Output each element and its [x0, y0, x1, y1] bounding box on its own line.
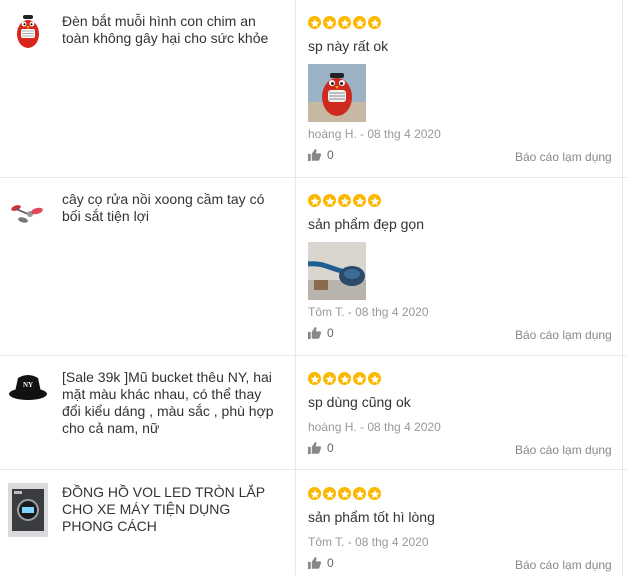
product-thumbnail[interactable]: [8, 12, 48, 52]
review-photo[interactable]: [308, 64, 366, 122]
row-divider: [0, 469, 627, 470]
review-author-date: hoàng H. - 08 thg 4 2020: [308, 127, 441, 141]
star-icon: [353, 16, 366, 29]
review-comment: sản phẩm đẹp gọn: [308, 216, 424, 232]
product-thumbnail[interactable]: NY: [8, 368, 48, 408]
thumbs-up-icon: [308, 149, 321, 161]
like-button[interactable]: 0: [308, 148, 334, 162]
row-divider: [0, 177, 627, 178]
column-divider: [295, 0, 296, 575]
star-icon: [368, 194, 381, 207]
star-icon: [308, 487, 321, 500]
rating-stars: [308, 194, 381, 208]
thumbs-up-icon: [308, 442, 321, 454]
rating-stars: [308, 16, 381, 30]
review-comment: sản phẩm tốt hì lòng: [308, 509, 435, 525]
star-icon: [323, 372, 336, 385]
report-abuse-link[interactable]: Báo cáo lạm dụng: [515, 150, 612, 164]
star-icon: [368, 487, 381, 500]
star-icon: [353, 487, 366, 500]
like-count: 0: [327, 441, 334, 455]
product-thumbnail[interactable]: [8, 193, 48, 233]
star-icon: [338, 487, 351, 500]
report-abuse-link[interactable]: Báo cáo lạm dụng: [515, 443, 612, 457]
report-abuse-link[interactable]: Báo cáo lạm dụng: [515, 328, 612, 342]
product-thumbnail[interactable]: [8, 483, 48, 537]
row-divider: [0, 355, 627, 356]
svg-text:NY: NY: [23, 381, 33, 389]
review-comment: sp này rất ok: [308, 38, 389, 54]
star-icon: [323, 194, 336, 207]
review-photo[interactable]: [308, 242, 366, 300]
thumbs-up-icon: [308, 327, 321, 339]
thumbs-up-icon: [308, 557, 321, 569]
review-author-date: Tôm T. - 08 thg 4 2020: [308, 535, 429, 549]
product-name[interactable]: ĐỒNG HỒ VOL LED TRÒN LẮP CHO XE MÁY TIỆN…: [62, 484, 282, 535]
star-icon: [368, 372, 381, 385]
report-abuse-link[interactable]: Báo cáo lạm dụng: [515, 558, 612, 572]
like-count: 0: [327, 556, 334, 570]
like-button[interactable]: 0: [308, 441, 334, 455]
review-author-date: Tôm T. - 08 thg 4 2020: [308, 305, 429, 319]
star-icon: [353, 372, 366, 385]
like-count: 0: [327, 148, 334, 162]
star-icon: [308, 194, 321, 207]
product-name[interactable]: Đèn bắt muỗi hình con chim an toàn không…: [62, 13, 282, 47]
star-icon: [323, 16, 336, 29]
rating-stars: [308, 487, 381, 501]
review-comment: sp dùng cũng ok: [308, 394, 411, 410]
star-icon: [368, 16, 381, 29]
star-icon: [323, 487, 336, 500]
star-icon: [338, 194, 351, 207]
product-name[interactable]: cây cọ rửa nồi xoong cầm tay có bối sắt …: [62, 191, 282, 225]
like-count: 0: [327, 326, 334, 340]
star-icon: [308, 372, 321, 385]
rating-stars: [308, 372, 381, 386]
star-icon: [353, 194, 366, 207]
product-name[interactable]: [Sale 39k ]Mũ bucket thêu NY, hai mặt mà…: [62, 369, 282, 437]
star-icon: [338, 372, 351, 385]
like-button[interactable]: 0: [308, 326, 334, 340]
review-author-date: hoàng H. - 08 thg 4 2020: [308, 420, 441, 434]
star-icon: [338, 16, 351, 29]
right-border: [622, 0, 623, 575]
like-button[interactable]: 0: [308, 556, 334, 570]
star-icon: [308, 16, 321, 29]
